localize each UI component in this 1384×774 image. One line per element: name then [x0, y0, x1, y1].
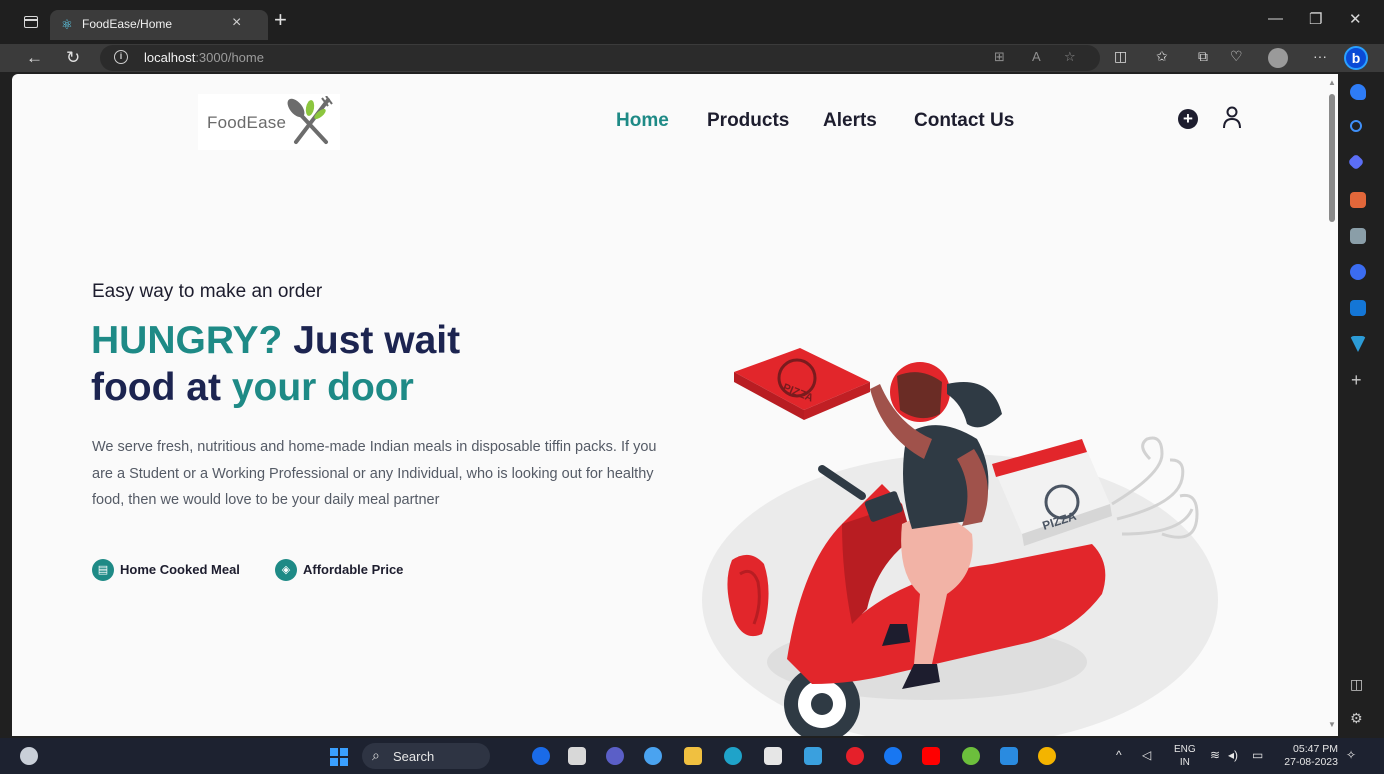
tray-overflow-icon[interactable]: ^ — [1116, 748, 1122, 762]
read-aloud-icon[interactable]: A — [1032, 49, 1041, 64]
search-icon: ⌕ — [372, 747, 380, 763]
scroll-up-icon[interactable]: ▲ — [1328, 78, 1336, 87]
tab-actions-icon[interactable] — [24, 16, 38, 28]
bing-app-icon[interactable] — [532, 747, 550, 765]
add-circle-icon[interactable]: + — [1178, 109, 1198, 129]
location-icon[interactable]: ◁ — [1142, 748, 1151, 762]
meal-box-icon: ▤ — [92, 559, 114, 581]
nav-alerts[interactable]: Alerts — [823, 110, 877, 132]
windows-taskbar: ⌕ Search ^ ◁ ENG IN ≋ ◂) ▭ 05:47 PM 27-0… — [0, 738, 1384, 774]
browser-tab[interactable]: ⚛ FoodEase/Home × — [50, 10, 268, 40]
start-windows-icon[interactable] — [330, 748, 348, 766]
tab-title: FoodEase/Home — [82, 17, 173, 31]
site-info-icon[interactable]: i — [114, 50, 128, 64]
add-sidebar-app-icon[interactable]: + — [1351, 370, 1362, 391]
hero-eyebrow: Easy way to make an order — [92, 281, 323, 302]
microsoft365-icon[interactable] — [1350, 264, 1366, 280]
delivery-scooter-illustration: PIZZA PIZZA — [702, 348, 1218, 736]
spring-tool-icon[interactable] — [962, 747, 980, 765]
file-explorer-icon[interactable] — [684, 747, 702, 765]
battery-icon[interactable]: ▭ — [1252, 748, 1263, 762]
page-scrollbar[interactable]: ▲ ▼ — [1326, 74, 1338, 736]
profile-avatar[interactable] — [1268, 48, 1288, 68]
search-icon[interactable] — [1350, 120, 1362, 132]
page-viewport: FoodEase Home Products Alerts Contact Us… — [12, 74, 1338, 736]
youtube-icon[interactable] — [922, 747, 940, 765]
split-screen-icon[interactable]: ◫ — [1114, 48, 1127, 65]
browser-essentials-icon[interactable]: ♡ — [1230, 48, 1243, 65]
close-window-icon[interactable]: ✕ — [1349, 10, 1362, 28]
url-text: localhost:3000/home — [144, 50, 264, 65]
browser-toolbar: ← ↻ i localhost:3000/home ⊞ A ☆ ◫ ✩ ⧉ ♡ … — [0, 44, 1384, 72]
chrome-icon[interactable] — [1038, 747, 1056, 765]
facebook-icon[interactable] — [884, 747, 902, 765]
teams-chat-icon[interactable] — [606, 747, 624, 765]
favorite-star-icon[interactable]: ☆ — [1064, 49, 1076, 65]
hero-title: HUNGRY? Just wait food at your door — [91, 319, 461, 409]
opera-icon[interactable] — [846, 747, 864, 765]
collections-icon[interactable]: ⧉ — [1198, 48, 1208, 65]
site-logo[interactable]: FoodEase — [198, 94, 340, 150]
copilot-app-icon[interactable] — [644, 747, 662, 765]
scroll-down-icon[interactable]: ▼ — [1328, 720, 1336, 729]
shield-check-icon: ◈ — [275, 559, 297, 581]
user-icon[interactable] — [1222, 106, 1242, 130]
weather-icon[interactable] — [20, 747, 38, 765]
back-icon[interactable]: ← — [26, 48, 43, 68]
address-field[interactable]: i localhost:3000/home ⊞ A ☆ — [100, 45, 1100, 71]
hero-description: We serve fresh, nutritious and home-made… — [92, 439, 657, 508]
games-icon[interactable] — [1350, 228, 1366, 244]
browser-titlebar: ⚛ FoodEase/Home × + — ❐ ✕ — [0, 0, 1384, 44]
edge-browser-icon[interactable] — [724, 747, 742, 765]
vscode-icon[interactable] — [1000, 747, 1018, 765]
store-icon[interactable] — [764, 747, 782, 765]
react-favicon-icon: ⚛ — [61, 17, 73, 32]
notification-bell-icon[interactable]: ✧ — [1346, 748, 1356, 762]
restore-icon[interactable]: ❐ — [1309, 10, 1322, 28]
mysql-workbench-icon[interactable] — [804, 747, 822, 765]
task-view-icon[interactable] — [568, 747, 586, 765]
wifi-icon[interactable]: ≋ — [1210, 748, 1220, 762]
nav-contact-us[interactable]: Contact Us — [914, 110, 1014, 132]
scroll-thumb[interactable] — [1329, 94, 1335, 222]
notification-icon[interactable] — [1350, 84, 1366, 100]
volume-icon[interactable]: ◂) — [1228, 748, 1238, 762]
sidebar-settings-gear-icon[interactable]: ⚙ — [1350, 710, 1363, 727]
shopping-tag-icon[interactable] — [1347, 153, 1365, 171]
language-indicator[interactable]: ENG IN — [1174, 743, 1196, 769]
refresh-icon[interactable]: ↻ — [66, 48, 80, 68]
edge-sidebar: + ◫ ⚙ — [1340, 72, 1384, 738]
bing-copilot-icon[interactable]: b — [1344, 46, 1368, 70]
app-available-icon[interactable]: ⊞ — [994, 49, 1005, 65]
outlook-icon[interactable] — [1350, 300, 1366, 316]
hide-sidebar-icon[interactable]: ◫ — [1350, 676, 1363, 693]
more-menu-icon[interactable]: ··· — [1313, 48, 1327, 64]
taskbar-clock[interactable]: 05:47 PM 27-08-2023 — [1280, 743, 1338, 769]
drop-icon[interactable] — [1350, 336, 1366, 352]
taskbar-search[interactable]: ⌕ Search — [362, 743, 490, 769]
taskbar-search-label: Search — [393, 749, 435, 764]
new-tab-icon[interactable]: + — [274, 9, 287, 31]
favorites-icon[interactable]: ✩ — [1156, 48, 1168, 65]
tab-close-icon[interactable]: × — [232, 14, 241, 32]
nav-home[interactable]: Home — [616, 110, 669, 132]
nav-products[interactable]: Products — [707, 110, 789, 132]
tools-icon[interactable] — [1350, 192, 1366, 208]
logo-text: FoodEase — [207, 113, 287, 132]
fork-spoon-logo-icon — [287, 96, 333, 144]
minimize-icon[interactable]: — — [1268, 10, 1283, 27]
